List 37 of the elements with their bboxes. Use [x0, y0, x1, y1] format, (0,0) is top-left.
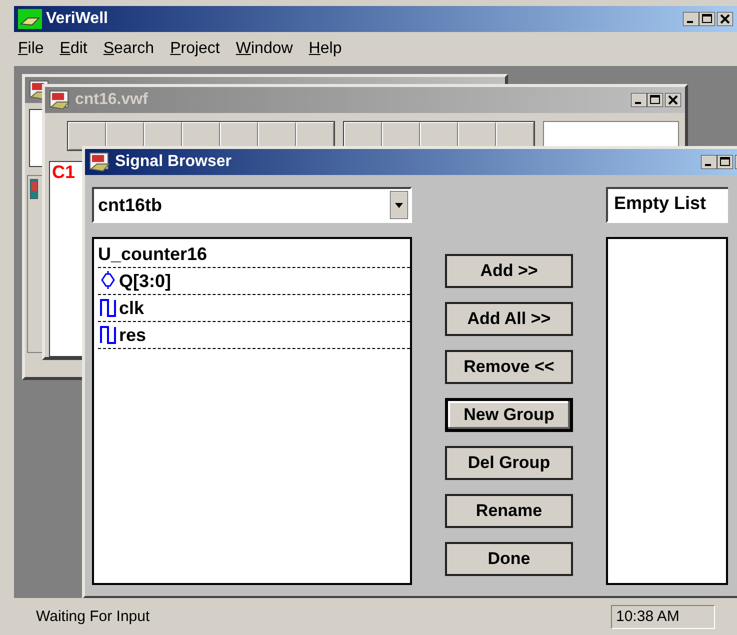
document-icon — [89, 152, 111, 172]
action-button[interactable]: Add All >> — [445, 302, 573, 336]
menu-item[interactable]: Project — [170, 40, 220, 58]
maximize-button[interactable] — [717, 155, 733, 169]
menu-item[interactable]: Edit — [60, 40, 88, 58]
minimize-button[interactable] — [683, 12, 699, 26]
cursor-label: C1 — [51, 162, 76, 183]
action-button[interactable]: Remove << — [445, 350, 573, 384]
bus-signal-icon — [100, 271, 116, 291]
menu-item[interactable]: File — [18, 40, 44, 58]
module-dropdown[interactable]: cnt16tb — [92, 187, 412, 223]
minimize-button[interactable] — [701, 155, 717, 169]
dropdown-arrow-icon[interactable] — [390, 191, 408, 219]
action-button[interactable]: Add >> — [445, 254, 573, 288]
signal-item[interactable]: clk — [119, 298, 144, 318]
maximize-button[interactable] — [699, 12, 715, 26]
menu-item[interactable]: Help — [308, 40, 342, 58]
close-button[interactable] — [717, 12, 733, 26]
menu-item[interactable]: Search — [103, 40, 154, 58]
tree-item[interactable]: U_counter16 — [98, 241, 410, 268]
action-button[interactable]: Done — [445, 542, 573, 576]
action-button[interactable]: Rename — [445, 494, 573, 528]
document-icon — [49, 90, 71, 110]
menu-item[interactable]: Window — [236, 40, 293, 58]
signal-item[interactable]: Q[3:0] — [119, 270, 172, 292]
group-name-field[interactable]: Empty List — [606, 187, 728, 223]
pulse-signal-icon — [100, 325, 116, 345]
status-text: Waiting For Input — [36, 608, 151, 625]
window-title: Signal Browser — [115, 153, 232, 171]
action-button[interactable]: Del Group — [445, 446, 573, 480]
app-icon — [18, 9, 42, 29]
pulse-signal-icon — [100, 298, 116, 318]
signal-item[interactable]: res — [119, 324, 146, 346]
window-title: VeriWell — [46, 10, 108, 28]
window-title: cnt16.vwf — [75, 91, 148, 109]
clock-text: 10:38 AM — [611, 604, 715, 628]
action-button[interactable]: New Group — [445, 398, 573, 432]
